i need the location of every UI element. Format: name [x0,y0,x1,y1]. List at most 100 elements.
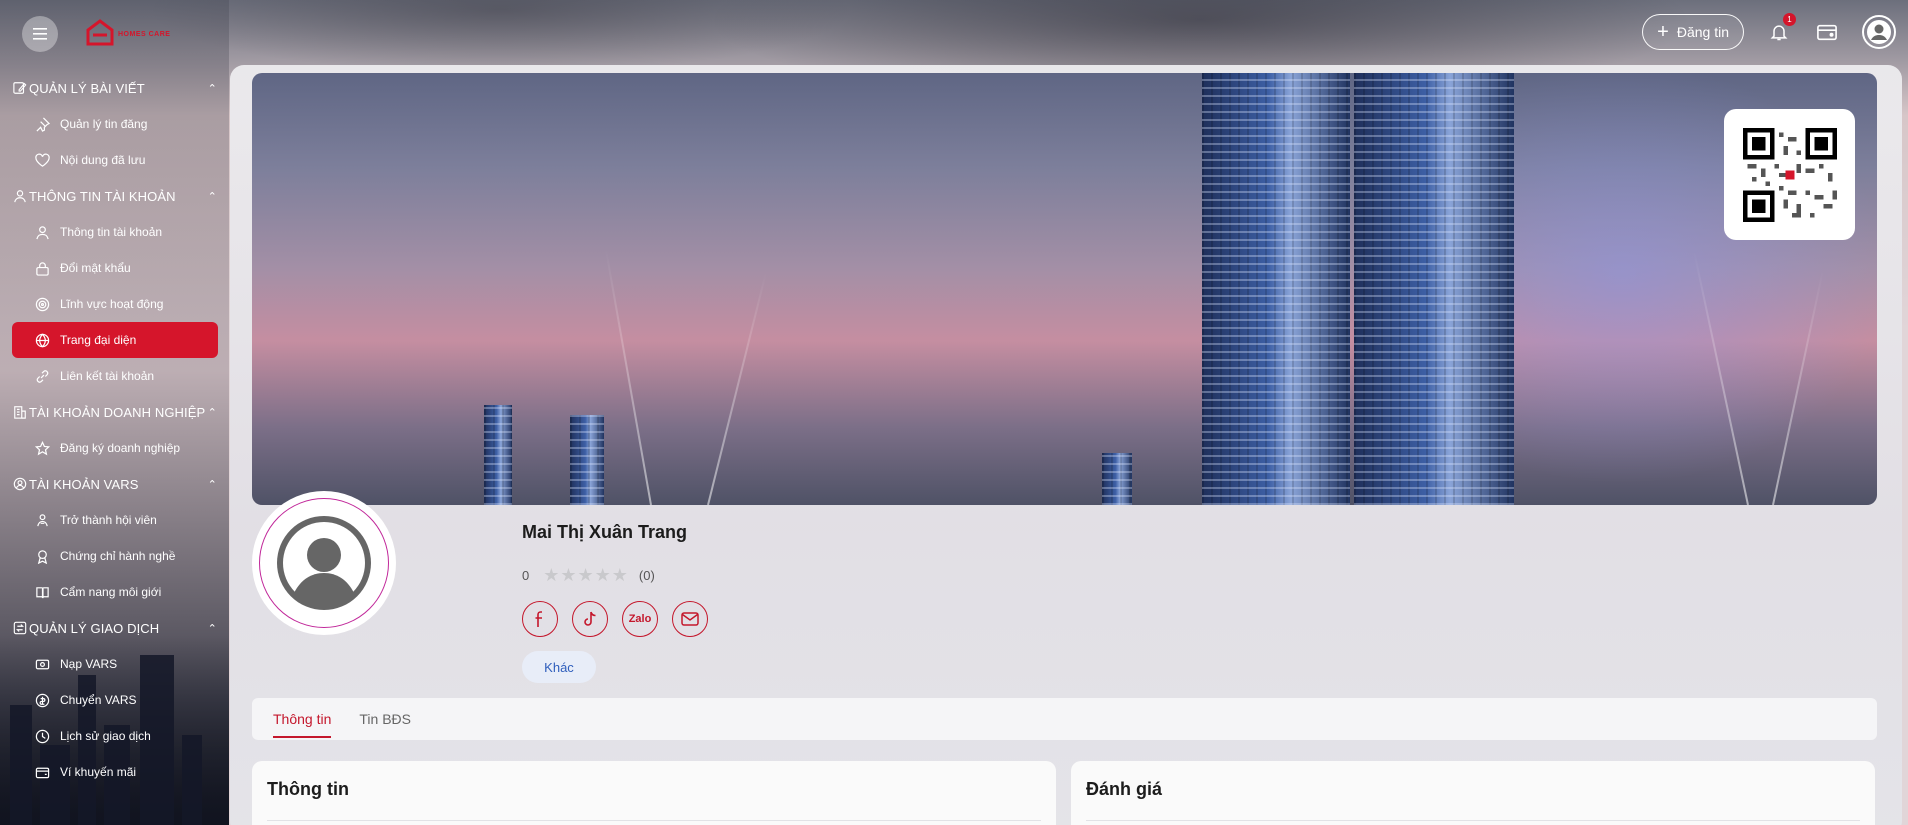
hamburger-icon [33,28,47,40]
sidebar-item-label: Lĩnh vực hoạt động [60,297,164,311]
sidebar-item-label: Ví khuyến mãi [60,765,137,779]
sidebar-item-label: Trang đại diện [60,333,137,347]
sidebar-item-become-member[interactable]: Trở thành hội viên [12,502,218,538]
plus-icon: + [1657,21,1669,43]
sidebar-item-label: Liên kết tài khoản [60,369,155,383]
rating-value: 0 [522,568,530,583]
topbar-actions: + Đăng tin 1 [1642,13,1896,50]
post-listing-button[interactable]: + Đăng tin [1642,14,1744,50]
nav-group-account-info[interactable]: THÔNG TIN TÀI KHOẢN ⌃ [0,178,229,214]
nav-group-label: TÀI KHOẢN DOANH NGHIỆP [29,404,206,420]
cover-image [252,73,1877,505]
sidebar-item-label: Quản lý tin đăng [60,117,148,131]
profile-name: Mai Thị Xuân Trang [522,522,688,542]
qr-code[interactable] [1724,109,1855,240]
nav-group-post-management[interactable]: QUẢN LÝ BÀI VIẾT ⌃ [0,70,229,106]
exchange-icon [13,621,27,635]
member-icon [34,512,50,528]
user-badge-icon [13,477,27,491]
nav-group-label: QUẢN LÝ BÀI VIẾT [29,80,145,96]
facebook-icon [535,611,542,627]
lock-icon [34,260,50,276]
sidebar-item-saved-content[interactable]: Nội dung đã lưu [12,142,218,178]
chevron-up-icon: ⌃ [207,190,217,203]
sidebar-item-change-password[interactable]: Đổi mật khẩu [12,250,218,286]
site-logo[interactable]: HOMES CARE [84,14,176,54]
sidebar-item-label: Đổi mật khẩu [60,261,131,275]
zalo-icon: Zalo [628,613,652,625]
tab-real-estate[interactable]: Tin BĐS [359,698,411,740]
heart-icon [34,152,50,168]
tiktok-button[interactable] [572,601,608,637]
profile-tabs: Thông tin Tin BĐS [252,698,1877,740]
notification-badge: 1 [1783,13,1796,26]
sidebar-item-profile-page[interactable]: Trang đại diện [12,322,218,358]
profile-avatar[interactable] [252,491,396,635]
sidebar-item-label: Chuyển VARS [60,693,137,707]
facebook-button[interactable] [522,601,558,637]
sidebar-item-business-registration[interactable]: Đăng ký doanh nghiệp [12,430,218,466]
sidebar-item-broker-handbook[interactable]: Cẩm nang môi giới [12,574,218,610]
wallet-icon [1817,24,1837,41]
chevron-up-icon: ⌃ [207,478,217,491]
logo-mark-icon [86,19,114,46]
review-card-title: Đánh giá [1086,779,1163,799]
email-icon [681,612,699,626]
edit-icon [13,82,27,94]
link-icon [34,368,50,384]
sidebar-item-account-info[interactable]: Thông tin tài khoản [12,214,218,250]
star-icon [34,440,50,456]
sidebar-item-label: Lịch sử giao dịch [60,729,151,743]
deposit-icon [34,656,50,672]
nav-group-business-account[interactable]: TÀI KHOẢN DOANH NGHIỆP ⌃ [0,394,229,430]
logo-text: HOMES CARE [118,30,171,38]
book-icon [34,584,50,600]
notification-button[interactable]: 1 [1766,13,1796,45]
user-icon [14,190,26,203]
transfer-icon [34,692,50,708]
sidebar-item-deposit-vars[interactable]: Nạp VARS [12,646,218,682]
wallet-button[interactable] [1814,19,1840,45]
qr-code-icon [1742,127,1837,222]
chevron-up-icon: ⌃ [207,622,217,635]
nav-group-vars-account[interactable]: TÀI KHOẢN VARS ⌃ [0,466,229,502]
target-icon [34,296,50,312]
sidebar-item-transaction-history[interactable]: Lịch sử giao dịch [12,718,218,754]
review-card: Đánh giá [1071,761,1875,825]
sidebar-item-label: Đăng ký doanh nghiệp [60,441,181,455]
nav-group-transaction-management[interactable]: QUẢN LÝ GIAO DỊCH ⌃ [0,610,229,646]
menu-toggle-button[interactable] [22,16,58,52]
rating-count: (0) [638,568,655,583]
sidebar-item-linked-accounts[interactable]: Liên kết tài khoản [12,358,218,394]
sidebar-item-label: Trở thành hội viên [60,513,157,527]
sidebar-item-promo-wallet[interactable]: Ví khuyến mãi [12,754,218,790]
sidebar-item-practice-certificate[interactable]: Chứng chỉ hành nghề [12,538,218,574]
email-button[interactable] [672,601,708,637]
chevron-up-icon: ⌃ [207,82,217,95]
post-listing-label: Đăng tin [1676,24,1729,40]
sidebar-item-transfer-vars[interactable]: Chuyển VARS [12,682,218,718]
user-avatar-icon [1867,20,1891,44]
sidebar-nav: QUẢN LÝ BÀI VIẾT ⌃ Quản lý tin đăng Nội … [0,70,229,790]
social-links: Zalo [522,601,708,637]
zalo-button[interactable]: Zalo [622,601,658,637]
sidebar-item-label: Cẩm nang môi giới [60,585,162,599]
nav-group-label: QUẢN LÝ GIAO DỊCH [29,620,160,636]
chevron-up-icon: ⌃ [207,406,217,419]
history-icon [34,728,50,744]
certificate-icon [34,548,50,564]
other-button[interactable]: Khác [522,651,596,683]
info-card: Thông tin [252,761,1056,825]
user-avatar-button[interactable] [1862,15,1896,49]
nav-group-label: THÔNG TIN TÀI KHOẢN [29,188,176,204]
sidebar-item-label: Chứng chỉ hành nghề [60,549,176,563]
info-card-title: Thông tin [267,779,349,799]
sidebar-item-field-of-activity[interactable]: Lĩnh vực hoạt động [12,286,218,322]
building-icon [14,406,26,419]
nav-group-label: TÀI KHOẢN VARS [29,476,139,492]
profile-rating: 0 ★★★★★ (0) [522,565,655,586]
tab-info[interactable]: Thông tin [273,698,332,740]
default-avatar-icon [277,516,371,610]
tiktok-icon [584,611,596,626]
sidebar-item-manage-posts[interactable]: Quản lý tin đăng [12,106,218,142]
